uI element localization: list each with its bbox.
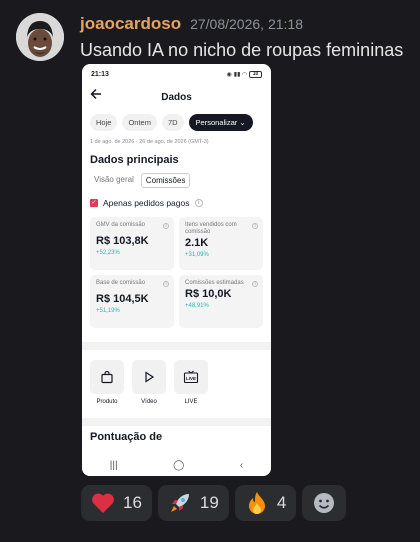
home-icon[interactable]: ◯ <box>173 460 184 471</box>
metrics-grid: GMV da comissão i R$ 103,8K +52,23% Iten… <box>82 208 271 328</box>
heart-emoji-icon <box>91 491 115 515</box>
android-nav-bar: ||| ◯ ‹ <box>82 454 271 476</box>
data-tabs: Visão geral Comissões <box>82 166 271 188</box>
attached-screenshot[interactable]: 21:13 ◉ ▮▮ ◠ 10 Dados Hoje Ontem 7D Pers… <box>82 64 271 476</box>
metric-delta: +52,23% <box>96 250 120 256</box>
tab-overview[interactable]: Visão geral <box>90 173 138 188</box>
battery-icon: 10 <box>249 70 262 78</box>
back-icon[interactable]: ‹ <box>240 460 243 471</box>
metric-value: R$ 104,5K <box>96 293 149 305</box>
live-tv-icon: LIVE <box>174 360 208 394</box>
tab-commissions[interactable]: Comissões <box>140 173 191 188</box>
date-range: 1 de ago. de 2026 - 26 de ago. de 2026 (… <box>90 139 209 145</box>
score-section-title: Pontuação de <box>90 431 163 443</box>
info-icon[interactable]: i <box>194 199 203 207</box>
paid-orders-filter[interactable]: ✓ Apenas pedidos pagos i <box>82 188 271 208</box>
signal-icon: ▮▮ <box>233 71 241 78</box>
reactions-bar: 16 19 4 <box>81 485 347 521</box>
section-title: Dados principais <box>90 154 179 166</box>
chevron-down-icon: ⌄ <box>239 118 246 127</box>
content-type-product[interactable]: Produto <box>90 360 124 405</box>
checkbox-checked-icon[interactable]: ✓ <box>90 199 98 207</box>
period-filter: Hoje Ontem 7D Personalizar ⌄ <box>82 110 271 131</box>
metric-delta: +31,09% <box>185 252 209 258</box>
reaction-fire[interactable]: 4 <box>234 485 297 521</box>
info-icon[interactable]: i <box>252 223 258 229</box>
section-divider <box>82 342 271 350</box>
status-icons: ◉ ▮▮ ◠ 10 <box>226 70 262 78</box>
metric-card-commission-base[interactable]: Base de comissão i R$ 104,5K +51,19% <box>90 275 174 328</box>
period-7d-chip[interactable]: 7D <box>161 114 184 131</box>
period-yesterday-chip[interactable]: Ontem <box>122 114 157 131</box>
period-today-chip[interactable]: Hoje <box>90 114 118 131</box>
reaction-count: 19 <box>199 493 219 512</box>
reaction-heart[interactable]: 16 <box>81 485 152 521</box>
custom-period-label: Personalizar <box>195 118 238 127</box>
status-bar: 21:13 ◉ ▮▮ ◠ 10 <box>82 64 271 84</box>
add-reaction-smiley-icon <box>312 491 336 515</box>
reaction-count: 16 <box>123 493 142 512</box>
message-timestamp: 27/08/2026, 21:18 <box>190 16 303 32</box>
metric-delta: +48,91% <box>185 303 209 309</box>
metric-label: Itens vendidos com comissão <box>185 222 237 235</box>
paid-orders-label: Apenas pedidos pagos <box>103 198 190 208</box>
metric-card-items-sold[interactable]: Itens vendidos com comissão i 2.1K +31,0… <box>179 217 263 270</box>
custom-period-chip[interactable]: Personalizar ⌄ <box>188 114 253 131</box>
metric-value: 2.1K <box>185 237 209 249</box>
play-icon <box>132 360 166 394</box>
shopping-bag-icon <box>90 360 124 394</box>
recent-apps-icon[interactable]: ||| <box>110 460 118 471</box>
svg-text:LIVE: LIVE <box>186 376 196 381</box>
metric-value: R$ 10,0K <box>185 288 232 300</box>
metric-label: GMV da comissão <box>96 222 146 228</box>
user-avatar[interactable] <box>16 13 64 61</box>
metric-label: Comissões estimadas <box>185 280 244 286</box>
info-icon[interactable]: i <box>163 223 169 229</box>
reaction-rocket[interactable]: 19 <box>157 485 229 521</box>
wifi-icon: ◠ <box>242 71 247 78</box>
rocket-emoji-icon <box>168 491 192 515</box>
content-type-row: Produto Vídeo LIVE LIVE <box>82 350 271 405</box>
content-type-video[interactable]: Vídeo <box>132 360 166 405</box>
add-reaction-button[interactable] <box>302 485 347 521</box>
metric-card-gmv[interactable]: GMV da comissão i R$ 103,8K +52,23% <box>90 217 174 270</box>
content-type-label: LIVE <box>184 399 198 405</box>
metric-card-estimated-commissions[interactable]: Comissões estimadas i R$ 10,0K +48,91% <box>179 275 263 328</box>
content-type-live[interactable]: LIVE LIVE <box>174 360 208 405</box>
fire-emoji-icon <box>245 491 269 515</box>
content-type-label: Vídeo <box>141 399 157 405</box>
content-type-label: Produto <box>96 399 118 405</box>
metric-label: Base de comissão <box>96 280 146 286</box>
username[interactable]: joaocardoso <box>80 14 181 34</box>
back-arrow-icon[interactable] <box>90 87 102 104</box>
message-header: joaocardoso 27/08/2026, 21:18 <box>80 14 303 34</box>
info-icon[interactable]: i <box>252 281 258 287</box>
notification-icon: ◉ <box>226 71 232 78</box>
info-icon[interactable]: i <box>163 281 169 287</box>
metric-value: R$ 103,8K <box>96 235 149 247</box>
message-text: Usando IA no nicho de roupas femininas <box>80 40 404 60</box>
page-title: Dados <box>161 91 192 103</box>
status-time: 21:13 <box>91 70 109 78</box>
metric-delta: +51,19% <box>96 308 120 314</box>
section-divider <box>82 418 271 426</box>
reaction-count: 4 <box>276 493 287 512</box>
app-topbar: Dados <box>82 84 271 110</box>
